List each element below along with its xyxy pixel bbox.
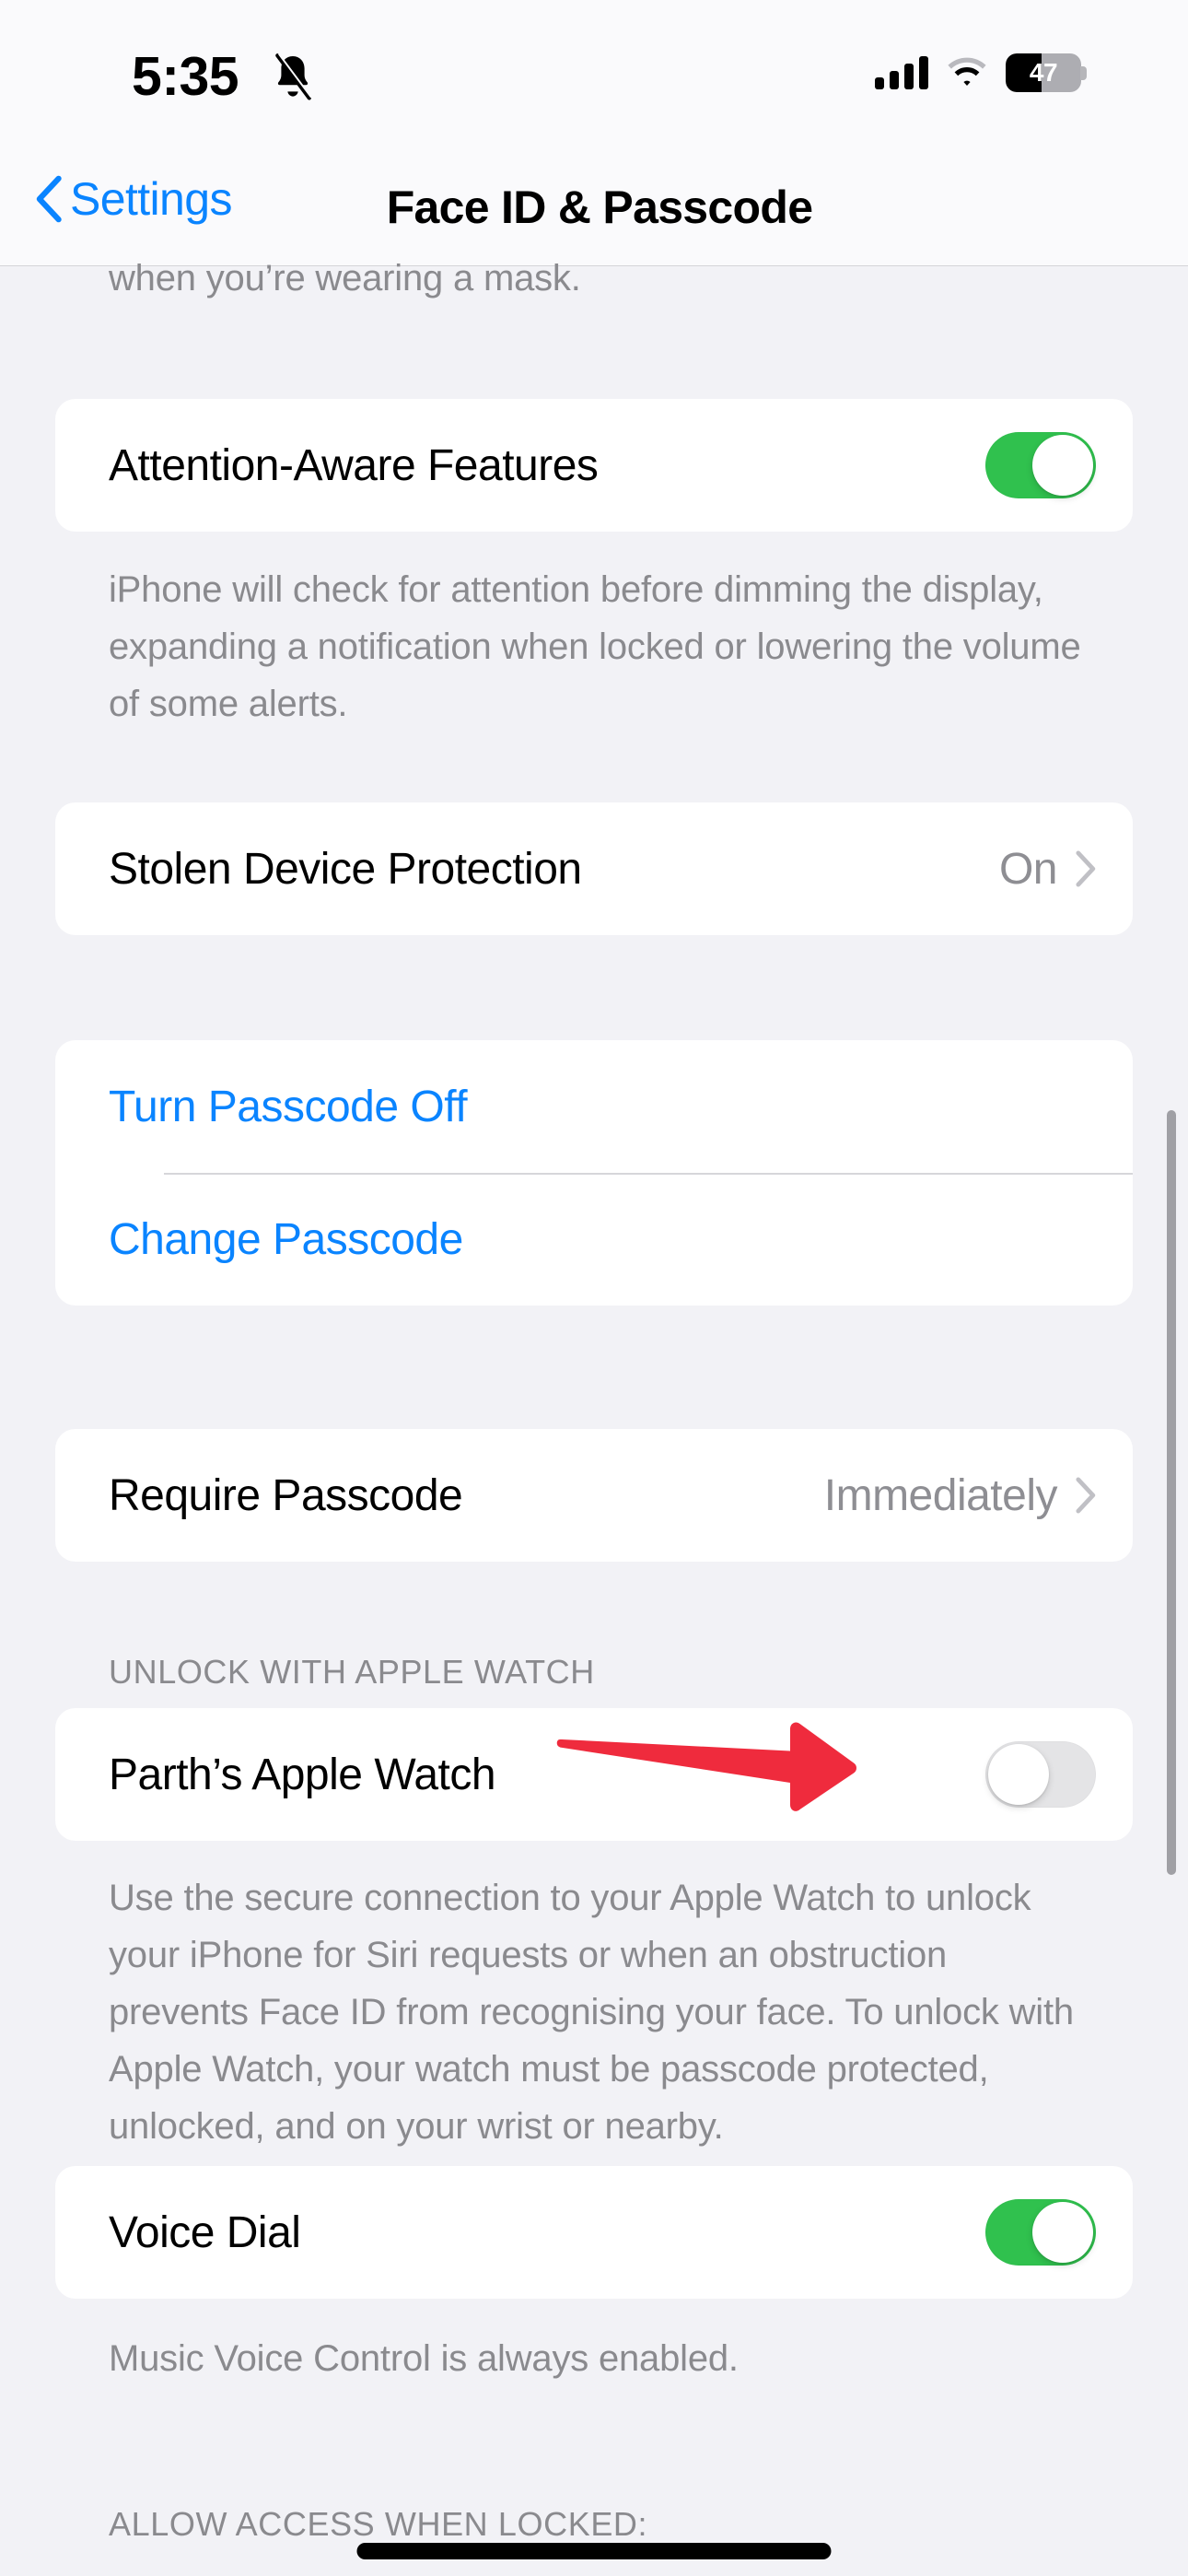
wifi-icon bbox=[948, 57, 986, 86]
voice-dial-card: Voice Dial bbox=[55, 2166, 1133, 2299]
require-passcode-label: Require Passcode bbox=[109, 1470, 463, 1520]
chevron-right-icon bbox=[1076, 1477, 1096, 1514]
apple-watch-footnote: Use the secure connection to your Apple … bbox=[109, 1878, 1074, 2147]
change-passcode-label: Change Passcode bbox=[109, 1214, 463, 1264]
voice-dial-label: Voice Dial bbox=[109, 2207, 301, 2257]
chevron-right-icon bbox=[1076, 850, 1096, 887]
bell-slash-icon bbox=[275, 53, 312, 100]
require-passcode-value: Immediately bbox=[823, 1470, 1058, 1520]
stolen-device-protection-value: On bbox=[998, 844, 1058, 894]
attention-aware-toggle[interactable] bbox=[985, 432, 1096, 498]
status-bar-indicators: 47 bbox=[875, 53, 1087, 92]
mask-footnote-partial: when you’re wearing a mask. bbox=[109, 258, 581, 299]
unlock-apple-watch-section-header: UNLOCK WITH APPLE WATCH bbox=[109, 1653, 595, 1691]
apple-watch-toggle[interactable] bbox=[985, 1741, 1096, 1808]
battery-icon: 47 bbox=[1006, 53, 1087, 92]
voice-dial-footnote: Music Voice Control is always enabled. bbox=[109, 2338, 739, 2379]
status-bar-time: 5:35 bbox=[132, 46, 239, 107]
passcode-actions-card: Turn Passcode Off Change Passcode bbox=[55, 1040, 1133, 1306]
attention-aware-card: Attention-Aware Features bbox=[55, 399, 1133, 532]
stolen-device-protection-row[interactable]: Stolen Device Protection On bbox=[55, 802, 1133, 935]
change-passcode-row[interactable]: Change Passcode bbox=[55, 1173, 1133, 1306]
status-bar: 5:35 47 bbox=[0, 0, 1188, 158]
require-passcode-row[interactable]: Require Passcode Immediately bbox=[55, 1429, 1133, 1562]
iphone-screen: 5:35 47 Settings Face ID & Passcode when… bbox=[0, 0, 1188, 2576]
stolen-device-protection-card: Stolen Device Protection On bbox=[55, 802, 1133, 935]
apple-watch-row[interactable]: Parth’s Apple Watch bbox=[55, 1708, 1133, 1841]
settings-scroll-view[interactable]: when you’re wearing a mask. Attention-Aw… bbox=[0, 258, 1188, 2576]
signal-bars-icon bbox=[875, 56, 928, 89]
home-indicator bbox=[356, 2543, 832, 2559]
page-title: Face ID & Passcode bbox=[386, 181, 813, 233]
apple-watch-card: Parth’s Apple Watch bbox=[55, 1708, 1133, 1841]
voice-dial-toggle[interactable] bbox=[985, 2199, 1096, 2266]
voice-dial-row[interactable]: Voice Dial bbox=[55, 2166, 1133, 2299]
turn-passcode-off-row[interactable]: Turn Passcode Off bbox=[55, 1040, 1133, 1173]
attention-aware-row[interactable]: Attention-Aware Features bbox=[55, 399, 1133, 532]
apple-watch-label: Parth’s Apple Watch bbox=[109, 1750, 496, 1799]
allow-access-section-header: ALLOW ACCESS WHEN LOCKED: bbox=[109, 2505, 648, 2543]
attention-aware-footnote: iPhone will check for attention before d… bbox=[109, 569, 1081, 724]
require-passcode-card: Require Passcode Immediately bbox=[55, 1429, 1133, 1562]
battery-percent-label: 47 bbox=[1029, 58, 1058, 87]
attention-aware-label: Attention-Aware Features bbox=[109, 440, 599, 490]
stolen-device-protection-label: Stolen Device Protection bbox=[109, 844, 582, 894]
vertical-scrollbar[interactable] bbox=[1167, 1110, 1176, 1875]
turn-passcode-off-label: Turn Passcode Off bbox=[109, 1082, 468, 1131]
